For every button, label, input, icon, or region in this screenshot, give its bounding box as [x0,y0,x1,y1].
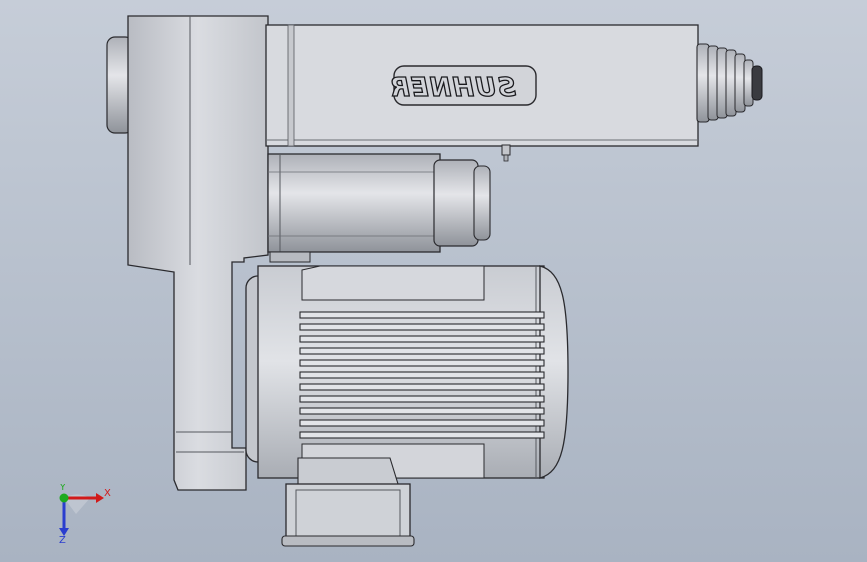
x-axis-arrowhead [96,493,104,503]
cad-viewport[interactable]: SUHNER [0,0,867,562]
middle-cylinder [267,153,491,263]
brand-logo-text: SUHNER [389,73,516,103]
axis-triad: X Y Z [59,484,111,544]
x-axis-label: X [104,488,111,499]
y-axis-dot [59,493,69,503]
terminal-box [281,457,415,547]
z-axis-label: Z [59,535,66,544]
y-axis-label: Y [59,484,66,493]
lube-fitting [501,144,511,162]
electric-motor [245,265,569,479]
brand-logo-plate: SUHNER [388,65,537,106]
spindle-nose [696,43,763,123]
